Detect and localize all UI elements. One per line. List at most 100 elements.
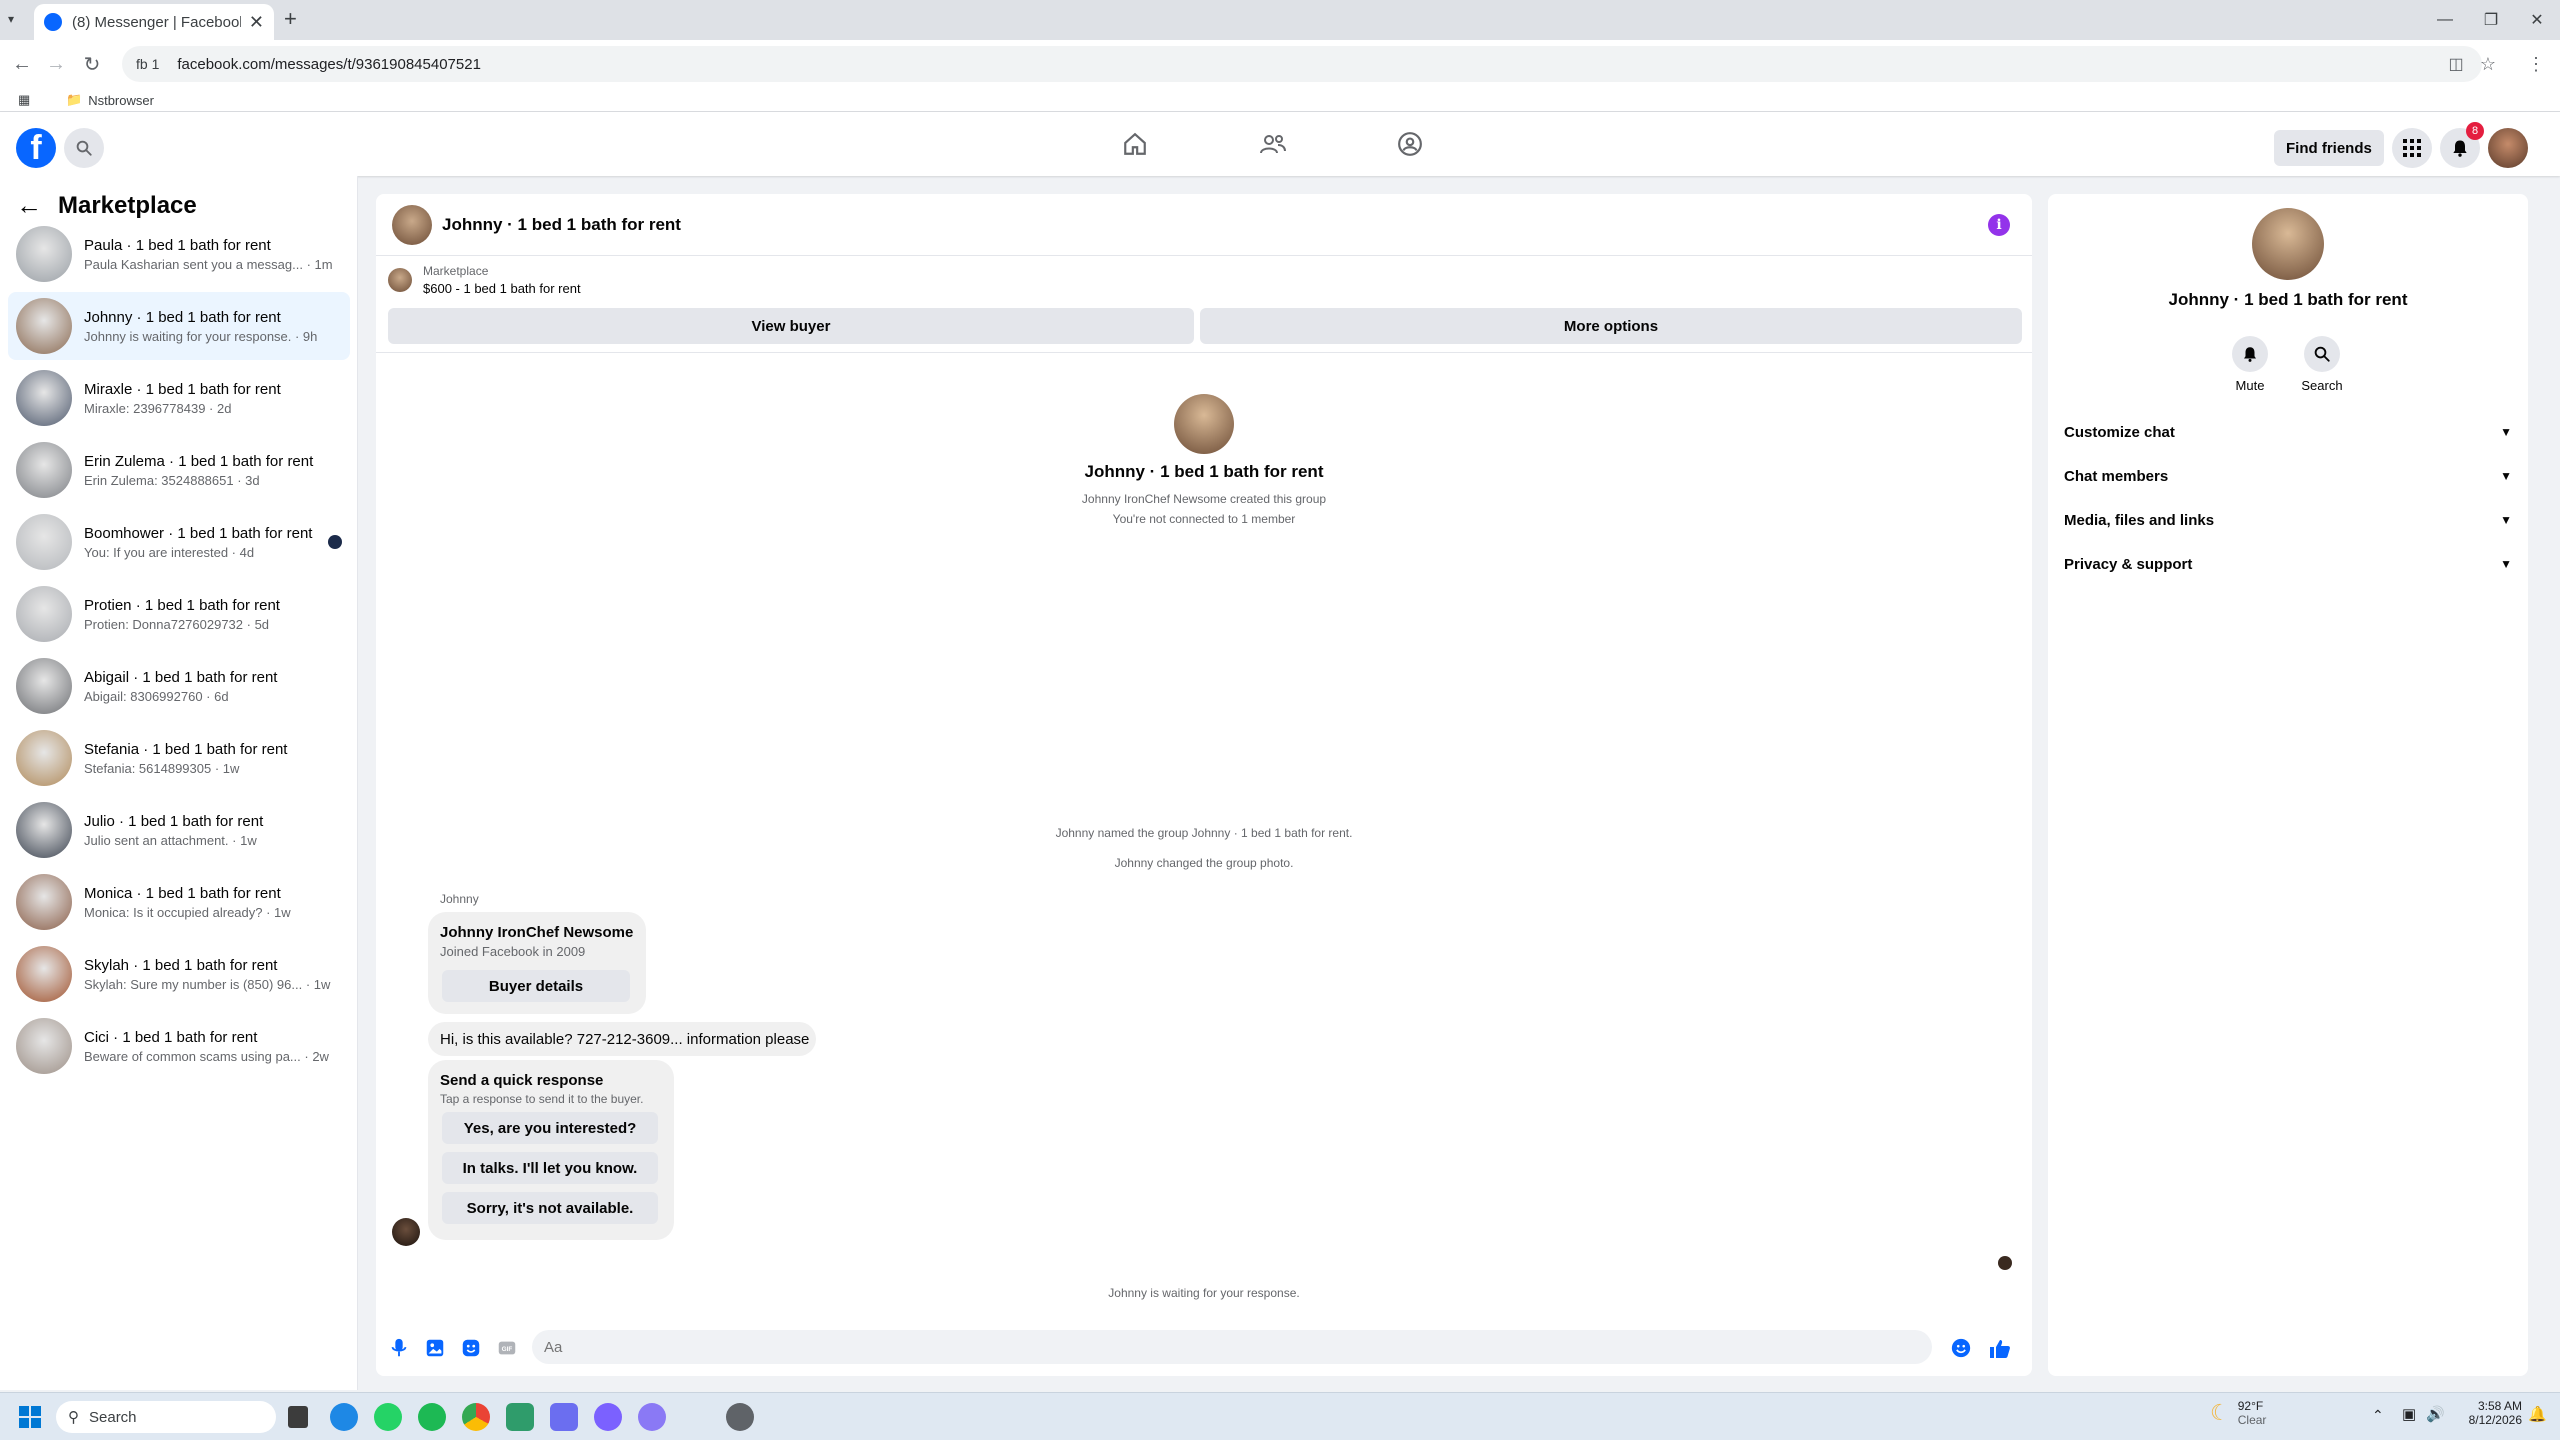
browser-profile-icon-2[interactable] [638,1403,666,1431]
sticker-icon[interactable] [460,1337,482,1359]
facebook-logo-icon[interactable]: f [16,128,56,168]
bookmark-star-icon[interactable]: ☆ [2472,48,2504,80]
conversation-item[interactable]: Cici · 1 bed 1 bath for rent Beware of co… [8,1012,350,1080]
chat-title[interactable]: Johnny · 1 bed 1 bath for rent [442,215,681,235]
close-window-button[interactable]: ✕ [2514,0,2560,40]
conversation-preview: Abigail: 8306992760 · 6d [84,688,229,704]
microphone-icon[interactable] [388,1337,410,1359]
quick-response-talks[interactable]: In talks. I'll let you know. [442,1152,658,1184]
listing-title[interactable]: $600 - 1 bed 1 bath for rent [423,281,581,296]
sender-avatar[interactable] [392,1218,420,1246]
bell-icon [2453,140,2467,157]
back-button[interactable]: ← [6,48,38,80]
install-icon[interactable]: ◫ [2440,48,2472,80]
thumbs-up-icon[interactable] [1988,1337,2012,1361]
bookmark-folder[interactable]: 📁 Nstbrowser [66,92,154,108]
clock-time: 3:58 AM [2477,1399,2522,1413]
conversation-item[interactable]: Miraxle · 1 bed 1 bath for rent Miraxle: … [8,364,350,432]
more-options-button[interactable]: More options [1200,308,2022,344]
home-nav[interactable] [1115,124,1155,164]
weather-widget[interactable]: ☾ 92°F Clear [2210,1399,2266,1427]
spotify-icon[interactable] [418,1403,446,1431]
conversation-name: Boomhower · 1 bed 1 bath for rent [84,524,313,542]
conversation-item[interactable]: Skylah · 1 bed 1 bath for rent Skylah: Su… [8,940,350,1008]
forward-button[interactable]: → [40,48,72,80]
conversation-text: Abigail · 1 bed 1 bath for rent Abigail: … [84,669,350,704]
conversation-item[interactable]: Johnny · 1 bed 1 bath for rent Johnny is … [8,292,350,360]
conversation-preview: Paula Kasharian sent you a messag... · 1… [84,256,333,272]
chat-members-section[interactable]: Chat members ▼ [2064,456,2512,496]
profile-avatar[interactable] [2488,128,2528,168]
chrome-icon[interactable] [462,1403,490,1431]
taskbar-search[interactable]: ⚲ Search [56,1401,276,1433]
browser-profile-icon[interactable] [550,1403,578,1431]
group-created-note: Johnny IronChef Newsome created this gro… [1081,492,1327,506]
volume-icon[interactable]: 🔊 [2426,1405,2445,1423]
chat-info-panel: Johnny · 1 bed 1 bath for rent Mute Sear… [2048,194,2528,1376]
friends-icon [1260,135,1286,154]
tray-chevron-icon[interactable]: ⌃ [2372,1407,2384,1424]
notification-center-icon[interactable]: 🔔 [2528,1405,2547,1423]
group-avatar [1174,394,1234,454]
close-tab-icon[interactable]: ✕ [249,12,264,33]
address-bar[interactable]: fb 1 facebook.com/messages/t/93619084540… [122,46,2482,82]
conversation-item[interactable]: Stefania · 1 bed 1 bath for rent Stefania… [8,724,350,792]
view-buyer-button[interactable]: View buyer [388,308,1194,344]
quick-response-yes[interactable]: Yes, are you interested? [442,1112,658,1144]
chat-info-avatar[interactable] [2252,208,2324,280]
browser-menu-icon[interactable]: ⋮ [2520,48,2552,80]
notepad-icon[interactable] [506,1403,534,1431]
read-receipt-avatar [1998,1256,2012,1270]
conversation-item[interactable]: Julio · 1 bed 1 bath for rent Julio sent … [8,796,350,864]
network-icon[interactable]: ▣ [2402,1405,2416,1423]
conversation-item[interactable]: Boomhower · 1 bed 1 bath for rent You: If… [8,508,350,576]
media-files-links-section[interactable]: Media, files and links ▼ [2064,500,2512,540]
marketplace-label: Marketplace [423,264,489,278]
search-button[interactable] [64,128,104,168]
edge-icon[interactable] [330,1403,358,1431]
task-view-icon[interactable] [288,1406,308,1428]
menu-button[interactable] [2392,128,2432,168]
customize-chat-section[interactable]: Customize chat ▼ [2064,412,2512,452]
apps-grid-icon[interactable]: ▦ [18,92,30,108]
browser-profile-active-icon[interactable] [594,1403,622,1431]
profile-chip[interactable]: fb 1 [136,56,159,72]
settings-icon[interactable] [726,1403,754,1431]
chat-avatar[interactable] [392,204,432,245]
quick-response-sorry[interactable]: Sorry, it's not available. [442,1192,658,1224]
message-input[interactable] [532,1330,1932,1364]
photo-icon[interactable] [424,1337,446,1359]
info-icon[interactable]: i [1988,214,2010,236]
back-arrow-icon[interactable]: ← [16,190,42,221]
tab-search-button[interactable]: ▾ [8,12,14,26]
chevron-down-icon: ▼ [2500,469,2512,483]
whatsapp-icon[interactable] [374,1403,402,1431]
search-action[interactable]: Search [2292,336,2352,393]
restore-button[interactable]: ❐ [2468,0,2514,40]
new-tab-button[interactable]: + [284,6,297,32]
conversation-item[interactable]: Protien · 1 bed 1 bath for rent Protien: … [8,580,350,648]
conversation-item[interactable]: Monica · 1 bed 1 bath for rent Monica: Is… [8,868,350,936]
gif-icon[interactable]: GIF [496,1337,518,1359]
buyer-details-button[interactable]: Buyer details [442,970,630,1002]
emoji-icon[interactable] [1950,1337,1972,1359]
minimize-button[interactable]: — [2422,0,2468,40]
conversation-text: Erin Zulema · 1 bed 1 bath for rent Erin … [84,453,350,488]
chevron-down-icon: ▼ [2500,425,2512,439]
search-icon: ⚲ [68,1409,79,1426]
friends-nav[interactable] [1253,124,1293,164]
find-friends-button[interactable]: Find friends [2274,130,2384,166]
tab-messenger[interactable]: (8) Messenger | Facebook ✕ [34,4,274,40]
search-icon [76,140,92,156]
moon-icon: ☾ [2210,1400,2230,1425]
privacy-support-section[interactable]: Privacy & support ▼ [2064,544,2512,584]
windows-start-icon[interactable] [18,1405,42,1429]
mute-action[interactable]: Mute [2220,336,2280,393]
conversation-item[interactable]: Abigail · 1 bed 1 bath for rent Abigail: … [8,652,350,720]
conversation-name: Cici · 1 bed 1 bath for rent [84,1028,258,1046]
reload-button[interactable]: ↻ [76,48,108,80]
conversation-item[interactable]: Paula · 1 bed 1 bath for rent Paula Kasha… [8,220,350,288]
groups-nav[interactable] [1390,124,1430,164]
clock[interactable]: 3:58 AM 8/12/2026 [2460,1399,2522,1427]
conversation-item[interactable]: Erin Zulema · 1 bed 1 bath for rent Erin … [8,436,350,504]
